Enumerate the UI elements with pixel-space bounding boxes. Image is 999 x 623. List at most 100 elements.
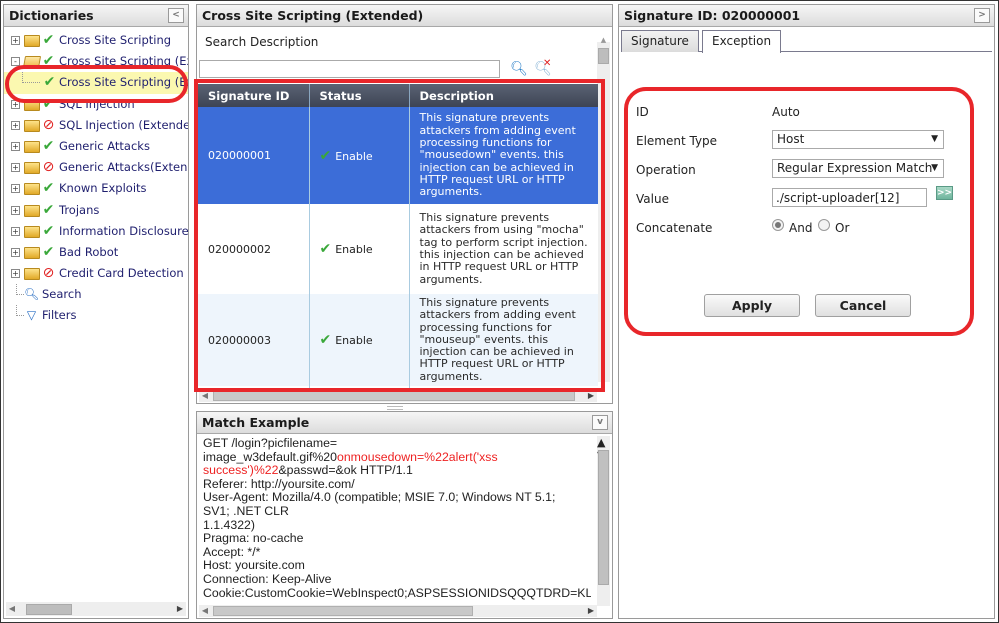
signatures-horizontal-scrollbar[interactable]: ◀ ▶	[199, 390, 597, 402]
panel-splitter-handle[interactable]	[387, 406, 403, 410]
tree-item[interactable]: + ✔ Information Disclosure	[4, 221, 188, 242]
signatures-title: Cross Site Scripting (Extended)	[202, 8, 424, 23]
tree-item[interactable]: - ✔ Cross Site Scripting (Extended)	[4, 51, 188, 72]
scroll-thumb[interactable]	[598, 450, 609, 585]
signatures-vertical-scrollbar[interactable]: ▲	[597, 36, 610, 382]
folder-icon	[24, 246, 40, 259]
scroll-left-arrow-icon[interactable]: ◀	[6, 602, 18, 616]
description-cell: The lowsrc attribute is only	[409, 386, 598, 389]
concatenate-or-radio[interactable]	[818, 219, 830, 231]
element-type-select[interactable]: Host ▼	[772, 130, 944, 149]
expand-icon[interactable]: +	[11, 269, 20, 279]
operation-select[interactable]: Regular Expression Match ▼	[772, 159, 944, 178]
funnel-icon: ▽	[26, 308, 37, 323]
collapse-left-button[interactable]: <	[168, 8, 184, 23]
left-horizontal-scrollbar[interactable]: ◀ ▶	[6, 602, 186, 616]
collapse-match-button[interactable]: v	[592, 415, 608, 430]
expand-icon[interactable]: +	[11, 247, 20, 257]
value-expand-button[interactable]: >>	[936, 186, 953, 200]
status-cell: ✔ Enable	[309, 107, 410, 204]
tree-item-label: SQL Injection (Extended)	[59, 117, 188, 132]
tree-item-label: Information Disclosure	[59, 223, 188, 238]
scroll-thumb[interactable]	[213, 606, 473, 616]
match-vertical-scrollbar[interactable]: ▲ ▼	[597, 436, 610, 606]
tree-item[interactable]: ✔Cross Site Scripting (Extended)	[4, 72, 188, 94]
description-cell: This signature prevents attackers from a…	[409, 294, 598, 387]
column-header-signature-id[interactable]: Signature ID	[198, 84, 310, 107]
concatenate-or-label[interactable]: Or	[835, 221, 849, 235]
column-header-status[interactable]: Status	[309, 84, 410, 107]
signature-id-cell: 020000003	[198, 294, 310, 387]
tree-item-label: Cross Site Scripting	[59, 33, 172, 47]
tree-item[interactable]: + ✔ Cross Site Scripting	[4, 30, 188, 51]
table-row[interactable]: The lowsrc attribute is only	[198, 386, 598, 389]
scroll-up-arrow-icon[interactable]: ▲	[597, 436, 605, 449]
expand-icon[interactable]: +	[11, 205, 20, 215]
table-header-row: Signature ID Status Description	[198, 84, 598, 107]
folder-icon	[24, 183, 40, 196]
expand-icon[interactable]: +	[11, 163, 20, 173]
tree-item[interactable]: ▽ Filters	[4, 305, 188, 326]
expand-icon[interactable]: +	[11, 141, 20, 151]
expand-icon[interactable]: +	[11, 120, 20, 130]
tab-exception[interactable]: Exception	[702, 30, 782, 53]
scroll-left-arrow-icon[interactable]: ◀	[199, 390, 211, 402]
tab-signature[interactable]: Signature	[621, 30, 699, 52]
tree-item[interactable]: + ⊘ Generic Attacks(Extended)	[4, 157, 188, 178]
operation-selected-value: Regular Expression Match	[777, 161, 933, 175]
tree-item-label: Credit Card Detection	[59, 266, 184, 281]
tree-item-label: Trojans	[59, 202, 100, 217]
match-example-title: Match Example	[202, 415, 310, 430]
table-row[interactable]: 020000003 ✔ Enable This signature prevents …	[198, 294, 598, 387]
expand-icon[interactable]: +	[11, 184, 20, 194]
element-type-selected-value: Host	[777, 132, 805, 146]
tree-item[interactable]: + ⊘ SQL Injection (Extended)	[4, 115, 188, 136]
match-example-text: GET /login?picfilename= image_w3default.…	[203, 437, 591, 602]
cancel-button[interactable]: Cancel	[815, 294, 911, 317]
tree-item[interactable]: + ✔ SQL Injection	[4, 94, 188, 115]
column-header-description[interactable]: Description	[409, 84, 598, 107]
tree-item[interactable]: + ✔ Generic Attacks	[4, 136, 188, 157]
collapse-icon[interactable]: -	[11, 57, 20, 67]
table-row[interactable]: 020000001 ✔ Enable This signature prevents …	[198, 107, 598, 204]
tree-item-label: Cross Site Scripting (Extended)	[59, 75, 188, 90]
disabled-icon: ⊘	[42, 159, 55, 176]
app-window: Dictionaries < + ✔ Cross Site Scripting - ✔ C…	[0, 0, 999, 623]
enabled-check-icon: ✔	[319, 147, 332, 164]
folder-icon	[24, 204, 40, 217]
expand-icon[interactable]: +	[11, 226, 20, 236]
id-label: ID	[636, 105, 649, 119]
scroll-right-arrow-icon[interactable]: ▶	[585, 390, 597, 402]
tree-item-label: Known Exploits	[59, 181, 147, 196]
scroll-right-arrow-icon[interactable]: ▶	[174, 602, 186, 616]
scroll-up-arrow-icon[interactable]: ▲	[597, 36, 610, 44]
concatenate-and-label[interactable]: And	[789, 221, 812, 235]
expand-right-button[interactable]: >	[974, 8, 990, 23]
scroll-thumb[interactable]	[598, 48, 609, 64]
search-description-input[interactable]	[199, 60, 500, 78]
tree-item[interactable]: + ✔ Bad Robot	[4, 242, 188, 263]
tree-item[interactable]: + ⊘ Credit Card Detection	[4, 263, 188, 284]
clear-search-icon[interactable]: 🔍︎ ✕	[534, 58, 552, 77]
enabled-check-icon: ✔	[42, 222, 55, 239]
enabled-check-icon: ✔	[42, 137, 55, 154]
expand-icon[interactable]: +	[11, 36, 20, 45]
scroll-thumb[interactable]	[213, 391, 575, 401]
concatenate-and-radio[interactable]	[772, 219, 784, 231]
folder-icon	[24, 225, 40, 238]
dropdown-caret-icon: ▼	[931, 134, 938, 144]
scroll-right-arrow-icon[interactable]: ▶	[585, 605, 597, 617]
tree-item[interactable]: 🔍︎ Search	[4, 284, 188, 305]
table-row[interactable]: 020000002 ✔ Enable This signature prevents …	[198, 204, 598, 294]
scroll-left-arrow-icon[interactable]: ◀	[199, 605, 211, 617]
match-horizontal-scrollbar[interactable]: ◀ ▶	[199, 605, 597, 617]
value-input[interactable]	[772, 188, 927, 207]
folder-icon	[24, 35, 40, 47]
apply-button[interactable]: Apply	[704, 294, 800, 317]
id-value: Auto	[772, 105, 800, 119]
expand-icon[interactable]: +	[11, 99, 20, 109]
scroll-thumb[interactable]	[26, 604, 72, 615]
search-icon[interactable]: 🔍︎	[510, 61, 528, 77]
tree-item[interactable]: + ✔ Trojans	[4, 200, 188, 221]
tree-item[interactable]: + ✔ Known Exploits	[4, 178, 188, 199]
